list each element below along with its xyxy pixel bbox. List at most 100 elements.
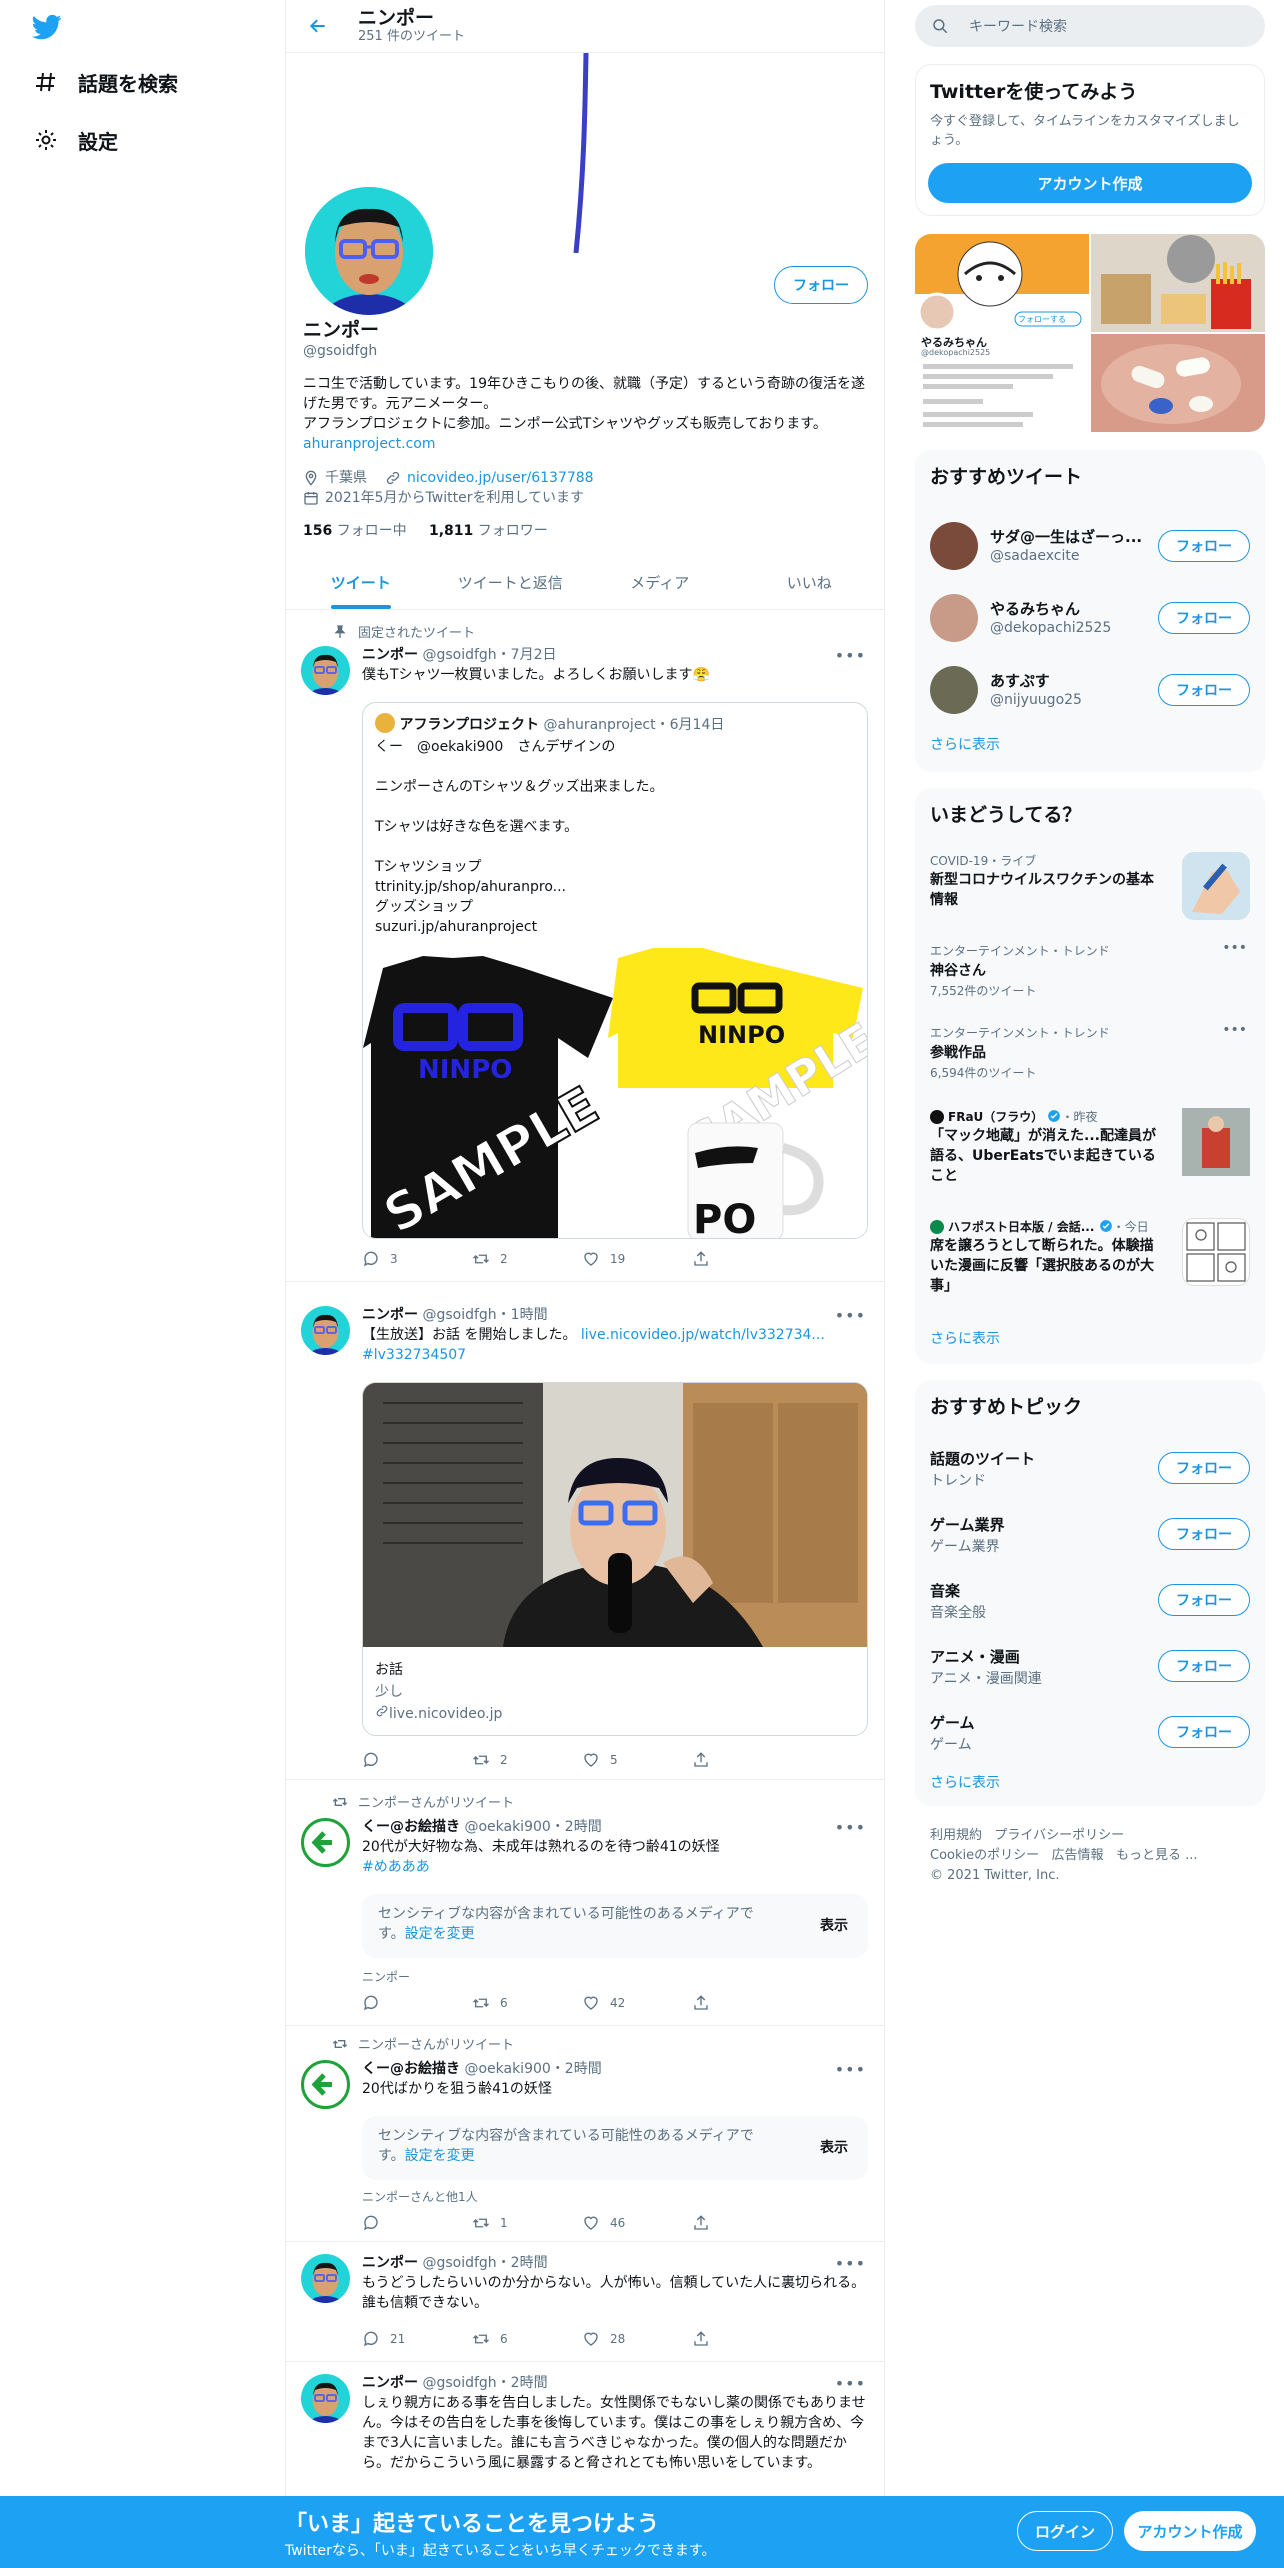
trend-item[interactable]: エンターテインメント・トレンド 神谷さん 7,552件のツイート ••• bbox=[915, 936, 1265, 1018]
retweet-button[interactable]: 1 bbox=[472, 2214, 582, 2232]
recommended-item[interactable]: やるみちゃん @dekopachi2525 フォロー bbox=[915, 582, 1265, 654]
tagged-users[interactable]: ニンポーさんと他1人 bbox=[362, 2188, 478, 2205]
like-button[interactable]: 19 bbox=[582, 1250, 692, 1268]
quote-media[interactable]: NINPO SAMPLE NINPO SAMPLE PO bbox=[363, 948, 867, 1238]
more-icon[interactable]: ••• bbox=[835, 2254, 866, 2273]
topic-item[interactable]: 音楽 音楽全般 フォロー bbox=[915, 1568, 1265, 1632]
news-item[interactable]: ハフポスト日本版 / 会話... ・今日 席を譲ろうとして断られた。体験描いた漫… bbox=[915, 1214, 1265, 1314]
media-thumb-food[interactable] bbox=[1091, 234, 1265, 332]
retweet-button[interactable]: 6 bbox=[472, 2330, 582, 2348]
more-icon[interactable]: ••• bbox=[1222, 940, 1247, 956]
footer-privacy[interactable]: プライバシーポリシー bbox=[994, 1828, 1124, 1843]
back-arrow-icon[interactable] bbox=[298, 6, 338, 46]
share-button[interactable] bbox=[692, 2214, 802, 2232]
follow-button[interactable]: フォロー bbox=[1158, 602, 1250, 634]
footer-ads[interactable]: 広告情報 bbox=[1052, 1848, 1104, 1863]
footer-more[interactable]: もっと見る ... bbox=[1116, 1848, 1198, 1863]
following-count[interactable]: 156 フォロー中 bbox=[303, 523, 407, 539]
reply-button[interactable] bbox=[362, 1751, 472, 1769]
topic-item[interactable]: ゲーム業界 ゲーム業界 フォロー bbox=[915, 1504, 1265, 1568]
news-item[interactable]: FRaU（フラウ） ・昨夜 「マック地蔵」が消えた...配達員が語る、UberE… bbox=[915, 1104, 1265, 1204]
tweet-retweet-2[interactable]: ニンポーさんがリツイート くー@お絵描き @oekaki900・2時間 20代ば… bbox=[286, 2026, 884, 2242]
avatar[interactable] bbox=[301, 2374, 350, 2423]
avatar[interactable] bbox=[301, 2254, 350, 2303]
trend-item[interactable]: エンターテインメント・トレンド 参戦作品 6,594件のツイート ••• bbox=[915, 1018, 1265, 1100]
tweet-retweet-1[interactable]: ニンポーさんがリツイート くー@お絵描き @oekaki900・2時間 20代が… bbox=[286, 1780, 884, 2026]
tweet-text-only[interactable]: ニンポー @gsoidfgh・2時間 もうどうしたらいいのか分からない。人が怖い… bbox=[286, 2242, 884, 2362]
bio-link[interactable]: ahuranproject.com bbox=[303, 436, 435, 452]
like-button[interactable]: 28 bbox=[582, 2330, 692, 2348]
reply-button[interactable] bbox=[362, 1994, 472, 2012]
like-button[interactable]: 42 bbox=[582, 1994, 692, 2012]
topic-item[interactable]: アニメ・漫画 アニメ・漫画関連 フォロー bbox=[915, 1632, 1265, 1696]
follow-button[interactable]: フォロー bbox=[1158, 1650, 1250, 1682]
website[interactable]: nicovideo.jp/user/6137788 bbox=[385, 468, 594, 488]
follow-button[interactable]: フォロー bbox=[1158, 530, 1250, 562]
retweet-button[interactable]: 6 bbox=[472, 1994, 582, 2012]
tab-tweets-replies[interactable]: ツイートと返信 bbox=[436, 556, 586, 609]
avatar[interactable] bbox=[301, 646, 350, 695]
topic-item[interactable]: ゲーム ゲーム フォロー bbox=[915, 1696, 1265, 1760]
footer-cookie[interactable]: Cookieのポリシー bbox=[930, 1848, 1039, 1863]
show-button[interactable]: 表示 bbox=[820, 1916, 848, 1936]
show-more-link[interactable]: さらに表示 bbox=[930, 734, 1000, 754]
more-icon[interactable]: ••• bbox=[835, 1818, 866, 1837]
login-button[interactable]: ログイン bbox=[1017, 2511, 1113, 2551]
show-button[interactable]: 表示 bbox=[820, 2138, 848, 2158]
signup-button[interactable]: アカウント作成 bbox=[928, 163, 1252, 203]
reply-button[interactable] bbox=[362, 2214, 472, 2232]
follow-button[interactable]: フォロー bbox=[774, 266, 868, 304]
like-button[interactable]: 5 bbox=[582, 1751, 692, 1769]
reply-button[interactable]: 3 bbox=[362, 1250, 472, 1268]
show-more-link[interactable]: さらに表示 bbox=[930, 1772, 1000, 1792]
follow-button[interactable]: フォロー bbox=[1158, 1716, 1250, 1748]
follow-button[interactable]: フォロー bbox=[1158, 1518, 1250, 1550]
topic-item[interactable]: 話題のツイート トレンド フォロー bbox=[915, 1440, 1265, 1504]
reply-button[interactable]: 21 bbox=[362, 2330, 472, 2348]
retweet-button[interactable]: 2 bbox=[472, 1250, 582, 1268]
follow-button[interactable]: フォロー bbox=[1158, 674, 1250, 706]
tab-likes[interactable]: いいね bbox=[735, 556, 885, 609]
follow-button[interactable]: フォロー bbox=[1158, 1584, 1250, 1616]
twitter-logo-icon[interactable] bbox=[30, 12, 64, 42]
tweet-live[interactable]: ニンポー @gsoidfgh・1時間 【生放送】お話 を開始しました。 live… bbox=[286, 1296, 884, 1780]
hashtag-link[interactable]: #めあああ bbox=[362, 1859, 430, 1875]
more-icon[interactable]: ••• bbox=[835, 646, 866, 665]
media-grid[interactable]: やるみちゃん @dekopachi2525 フォローする bbox=[915, 234, 1265, 432]
like-button[interactable]: 46 bbox=[582, 2214, 692, 2232]
link-card[interactable]: お話 少し live.nicovideo.jp bbox=[362, 1382, 868, 1736]
avatar[interactable] bbox=[301, 1306, 350, 1355]
profile-avatar[interactable] bbox=[301, 183, 437, 319]
change-settings-link[interactable]: 設定を変更 bbox=[405, 2148, 475, 2164]
tweet-link[interactable]: live.nicovideo.jp/watch/lv332734... bbox=[581, 1327, 825, 1343]
signup-button[interactable]: アカウント作成 bbox=[1124, 2511, 1256, 2551]
more-icon[interactable]: ••• bbox=[835, 2060, 866, 2079]
search-box[interactable]: キーワード検索 bbox=[915, 5, 1265, 47]
followers-count[interactable]: 1,811 フォロワー bbox=[429, 523, 548, 539]
avatar[interactable] bbox=[301, 2060, 350, 2109]
media-profile-preview[interactable]: やるみちゃん @dekopachi2525 フォローする bbox=[915, 234, 1089, 432]
more-icon[interactable]: ••• bbox=[835, 2374, 866, 2393]
quoted-tweet[interactable]: アフランプロジェクト @ahuranproject・6月14日 くー @oeka… bbox=[362, 702, 868, 1239]
tagged-users[interactable]: ニンポー bbox=[362, 1968, 410, 1985]
share-button[interactable] bbox=[692, 1994, 802, 2012]
media-thumb-pills[interactable] bbox=[1091, 334, 1265, 432]
retweet-button[interactable]: 2 bbox=[472, 1751, 582, 1769]
follow-button[interactable]: フォロー bbox=[1158, 1452, 1250, 1484]
change-settings-link[interactable]: 設定を変更 bbox=[405, 1926, 475, 1942]
share-button[interactable] bbox=[692, 1250, 802, 1268]
recommended-item[interactable]: サダ@一生はざーっ... @sadaexcite フォロー bbox=[915, 510, 1265, 582]
tab-media[interactable]: メディア bbox=[585, 556, 735, 609]
avatar[interactable] bbox=[301, 1818, 350, 1867]
more-icon[interactable]: ••• bbox=[835, 1306, 866, 1325]
tweet-pinned[interactable]: 固定されたツイート ニンポー @gsoidfgh・7月2日 僕もTシャツ一枚買い… bbox=[286, 610, 884, 1282]
hashtag-link[interactable]: #lv332734507 bbox=[362, 1347, 466, 1363]
share-button[interactable] bbox=[692, 1751, 802, 1769]
more-icon[interactable]: ••• bbox=[1222, 1022, 1247, 1038]
share-button[interactable] bbox=[692, 2330, 802, 2348]
show-more-link[interactable]: さらに表示 bbox=[930, 1328, 1000, 1348]
nav-settings[interactable]: 設定 bbox=[32, 120, 118, 160]
tab-tweets[interactable]: ツイート bbox=[286, 556, 436, 609]
footer-terms[interactable]: 利用規約 bbox=[930, 1828, 982, 1843]
recommended-item[interactable]: あすぷす @nijyuugo25 フォロー bbox=[915, 654, 1265, 726]
